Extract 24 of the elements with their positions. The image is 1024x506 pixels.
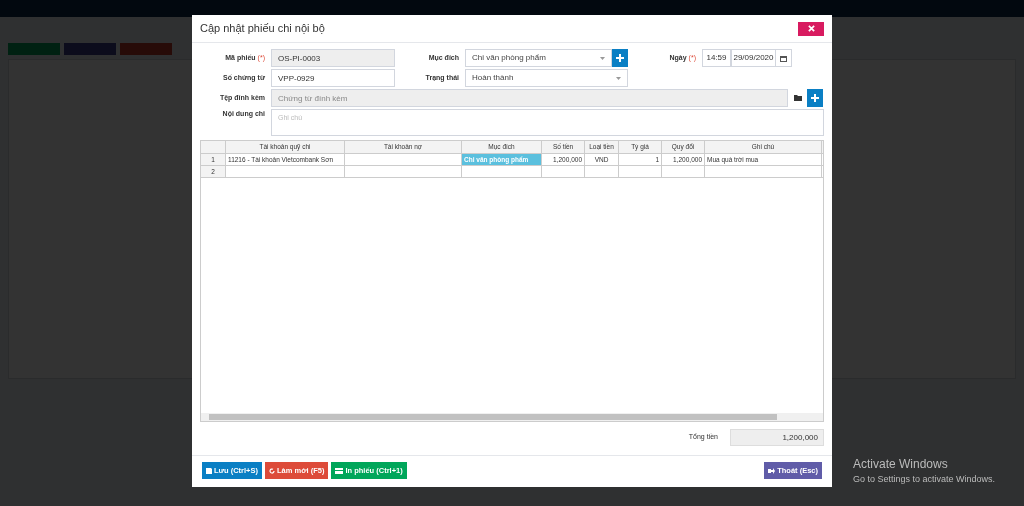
ma-phieu-field[interactable]: OS-PI-0003 bbox=[271, 49, 395, 67]
calendar-icon bbox=[780, 54, 787, 62]
attachment-field[interactable]: Chứng từ đính kèm bbox=[271, 89, 788, 107]
activation-title: Activate Windows bbox=[853, 456, 949, 473]
activation-message: Go to Settings to activate Windows. bbox=[853, 473, 996, 486]
purpose-dropdown[interactable]: Chi văn phòng phẩm bbox=[465, 49, 612, 67]
time-field[interactable]: 14:59 bbox=[702, 49, 731, 67]
document-number-field[interactable]: VPP-0929 bbox=[271, 69, 395, 87]
plus-icon bbox=[811, 94, 819, 102]
dialog-title: Cập nhật phiếu chi nội bộ bbox=[200, 21, 325, 37]
folder-icon bbox=[793, 95, 802, 101]
sign-out-icon bbox=[768, 467, 776, 474]
add-button[interactable] bbox=[807, 89, 823, 107]
caret-icon bbox=[616, 76, 621, 80]
date-field[interactable]: 29/09/2020 bbox=[731, 49, 792, 67]
add-button[interactable] bbox=[612, 49, 628, 67]
horizontal-scrollbar[interactable] bbox=[201, 413, 823, 421]
close-icon bbox=[807, 25, 815, 32]
total-amount-field: 1,200,000 bbox=[730, 429, 824, 446]
card-icon bbox=[335, 467, 344, 474]
plus-icon bbox=[616, 54, 624, 62]
close-button[interactable] bbox=[798, 21, 824, 36]
refresh-icon bbox=[269, 467, 275, 474]
status-dropdown[interactable]: Hoàn thành bbox=[465, 69, 628, 87]
